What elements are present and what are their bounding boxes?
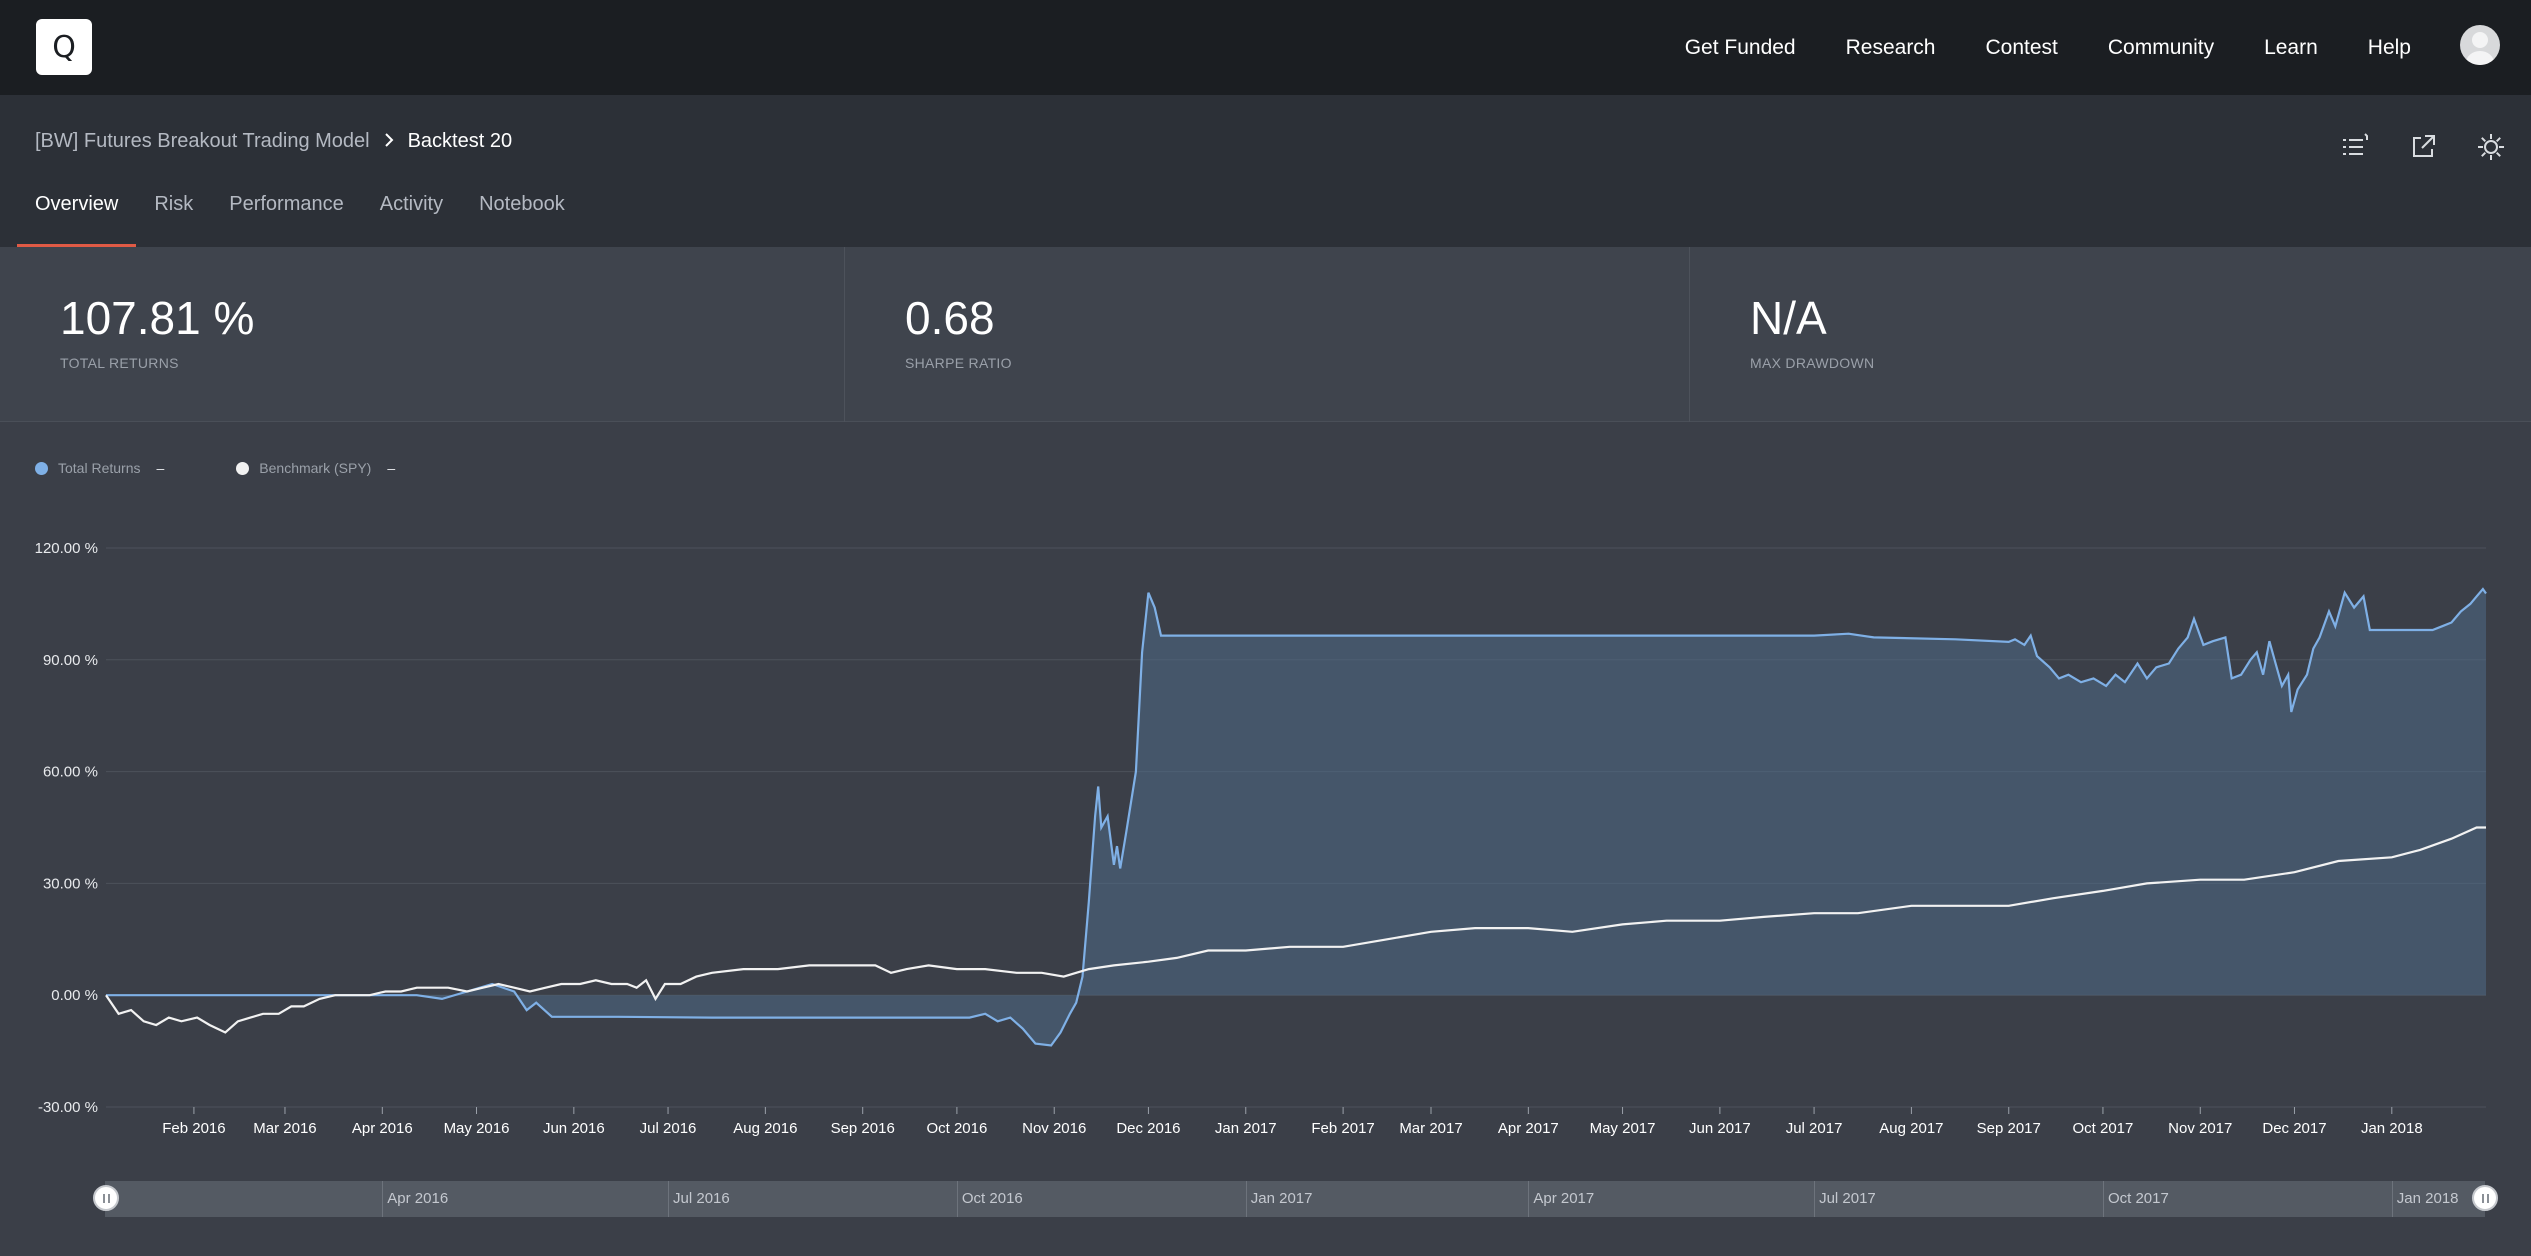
nav-research[interactable]: Research xyxy=(1846,36,1936,60)
nav-learn[interactable]: Learn xyxy=(2264,36,2318,60)
backtest-header: [BW] Futures Breakout Trading Model Back… xyxy=(0,95,2531,247)
scrubber-tick-label: Jul 2017 xyxy=(1814,1181,1876,1217)
x-tick-label: Feb 2017 xyxy=(1311,1120,1374,1137)
x-tick-label: Jan 2018 xyxy=(2361,1120,2423,1137)
x-tick-label: Oct 2016 xyxy=(926,1120,987,1137)
x-tick-label: Mar 2016 xyxy=(253,1120,316,1137)
legend-label: Benchmark (SPY) xyxy=(259,460,372,476)
y-tick-label: 0.00 % xyxy=(51,987,98,1004)
nav-contest[interactable]: Contest xyxy=(1986,36,2058,60)
summary-stats: 107.81 % TOTAL RETURNS 0.68 SHARPE RATIO… xyxy=(0,247,2531,422)
stat-value: 0.68 xyxy=(905,292,995,344)
x-tick-label: Dec 2017 xyxy=(2262,1120,2326,1137)
chevron-right-icon xyxy=(384,131,394,152)
x-tick-label: Aug 2016 xyxy=(733,1120,797,1137)
x-tick-label: Oct 2017 xyxy=(2073,1120,2134,1137)
y-tick-label: 30.00 % xyxy=(43,875,98,892)
nav-community[interactable]: Community xyxy=(2108,36,2214,60)
scrubber-tick-label: Oct 2017 xyxy=(2102,1181,2169,1217)
x-tick-label: Sep 2017 xyxy=(1977,1120,2041,1137)
quantopian-logo[interactable]: Q xyxy=(36,19,92,75)
tab-bar: Overview Risk Performance Activity Noteb… xyxy=(17,193,583,247)
date-range-scrubber[interactable]: Apr 2016 Jul 2016 Oct 2016 Jan 2017 Apr 2017… xyxy=(105,1181,2485,1217)
stat-value: 107.81 % xyxy=(60,292,255,344)
stat-max-drawdown: N/A MAX DRAWDOWN xyxy=(1690,247,2531,422)
chart-legend: Total Returns – Benchmark (SPY) – xyxy=(35,460,395,476)
breadcrumb-algorithm-link[interactable]: [BW] Futures Breakout Trading Model xyxy=(35,130,370,153)
top-navigation-bar: Q Get Funded Research Contest Community … xyxy=(0,0,2531,95)
scrubber-tick-label: Apr 2017 xyxy=(1528,1181,1594,1217)
legend-benchmark[interactable]: Benchmark (SPY) – xyxy=(236,460,395,476)
tab-risk[interactable]: Risk xyxy=(136,193,211,247)
x-tick-label: Jul 2017 xyxy=(1786,1120,1843,1137)
external-link-icon[interactable] xyxy=(2407,131,2439,163)
x-tick-label: May 2016 xyxy=(444,1120,510,1137)
tab-performance[interactable]: Performance xyxy=(211,193,362,247)
tab-overview[interactable]: Overview xyxy=(17,193,137,247)
scrubber-tick-label: Jan 2017 xyxy=(1245,1181,1312,1217)
stat-value: N/A xyxy=(1750,292,1827,344)
tab-notebook[interactable]: Notebook xyxy=(461,193,583,247)
tab-activity[interactable]: Activity xyxy=(362,193,461,247)
total-returns-area xyxy=(106,589,2486,1046)
nav-get-funded[interactable]: Get Funded xyxy=(1685,36,1796,60)
nav-help[interactable]: Help xyxy=(2368,36,2411,60)
returns-chart[interactable]: 120.00 % 90.00 % 60.00 % 30.00 % 0.00 % -30.0… xyxy=(0,520,2531,1160)
stat-label: TOTAL RETURNS xyxy=(60,355,179,371)
user-icon xyxy=(2466,32,2494,65)
header-tools xyxy=(2339,131,2507,163)
breadcrumb: [BW] Futures Breakout Trading Model Back… xyxy=(35,130,512,153)
y-tick-label: 60.00 % xyxy=(43,764,98,781)
x-tick-label: Jun 2017 xyxy=(1689,1120,1751,1137)
x-tick-label: Mar 2017 xyxy=(1399,1120,1462,1137)
x-tick-label: Aug 2017 xyxy=(1879,1120,1943,1137)
y-tick-label: 120.00 % xyxy=(35,540,98,557)
scrubber-tick-label: Jan 2018 xyxy=(2391,1181,2459,1217)
x-tick-label: Apr 2017 xyxy=(1498,1120,1559,1137)
scrubber-start-handle[interactable] xyxy=(93,1185,119,1211)
x-tick-label: Nov 2017 xyxy=(2168,1120,2232,1137)
scrubber-tick-label: Apr 2016 xyxy=(382,1181,448,1217)
x-tick-label: Jun 2016 xyxy=(543,1120,605,1137)
x-tick-label: Feb 2016 xyxy=(162,1120,225,1137)
user-avatar[interactable] xyxy=(2460,25,2500,65)
x-tick-label: Jan 2017 xyxy=(1215,1120,1277,1137)
breadcrumb-current: Backtest 20 xyxy=(407,130,513,152)
legend-dot xyxy=(236,461,250,475)
main-nav: Get Funded Research Contest Community Le… xyxy=(1685,0,2411,95)
legend-label: Total Returns xyxy=(58,460,141,476)
legend-dot xyxy=(35,461,48,475)
legend-total-returns[interactable]: Total Returns – xyxy=(35,460,164,476)
list-icon[interactable] xyxy=(2339,131,2371,163)
x-tick-label: Nov 2016 xyxy=(1022,1120,1086,1137)
scrubber-tick-label: Oct 2016 xyxy=(956,1181,1023,1217)
x-tick-label: Jul 2016 xyxy=(640,1120,697,1137)
settings-icon[interactable] xyxy=(2475,131,2507,163)
x-tick-label: May 2017 xyxy=(1590,1120,1656,1137)
x-tick-label: Sep 2016 xyxy=(831,1120,895,1137)
scrubber-tick-label: Jul 2016 xyxy=(668,1181,730,1217)
x-tick-label: Apr 2016 xyxy=(352,1120,413,1137)
legend-value: – xyxy=(387,460,396,476)
x-tick-label: Dec 2016 xyxy=(1116,1120,1180,1137)
legend-value: – xyxy=(156,460,165,476)
stat-sharpe-ratio: 0.68 SHARPE RATIO xyxy=(845,247,1690,422)
stat-label: MAX DRAWDOWN xyxy=(1750,355,1875,371)
scrubber-end-handle[interactable] xyxy=(2472,1185,2498,1211)
stat-label: SHARPE RATIO xyxy=(905,355,1012,371)
stat-total-returns: 107.81 % TOTAL RETURNS xyxy=(0,247,845,422)
y-tick-label: -30.00 % xyxy=(38,1099,98,1116)
y-tick-label: 90.00 % xyxy=(43,652,98,669)
